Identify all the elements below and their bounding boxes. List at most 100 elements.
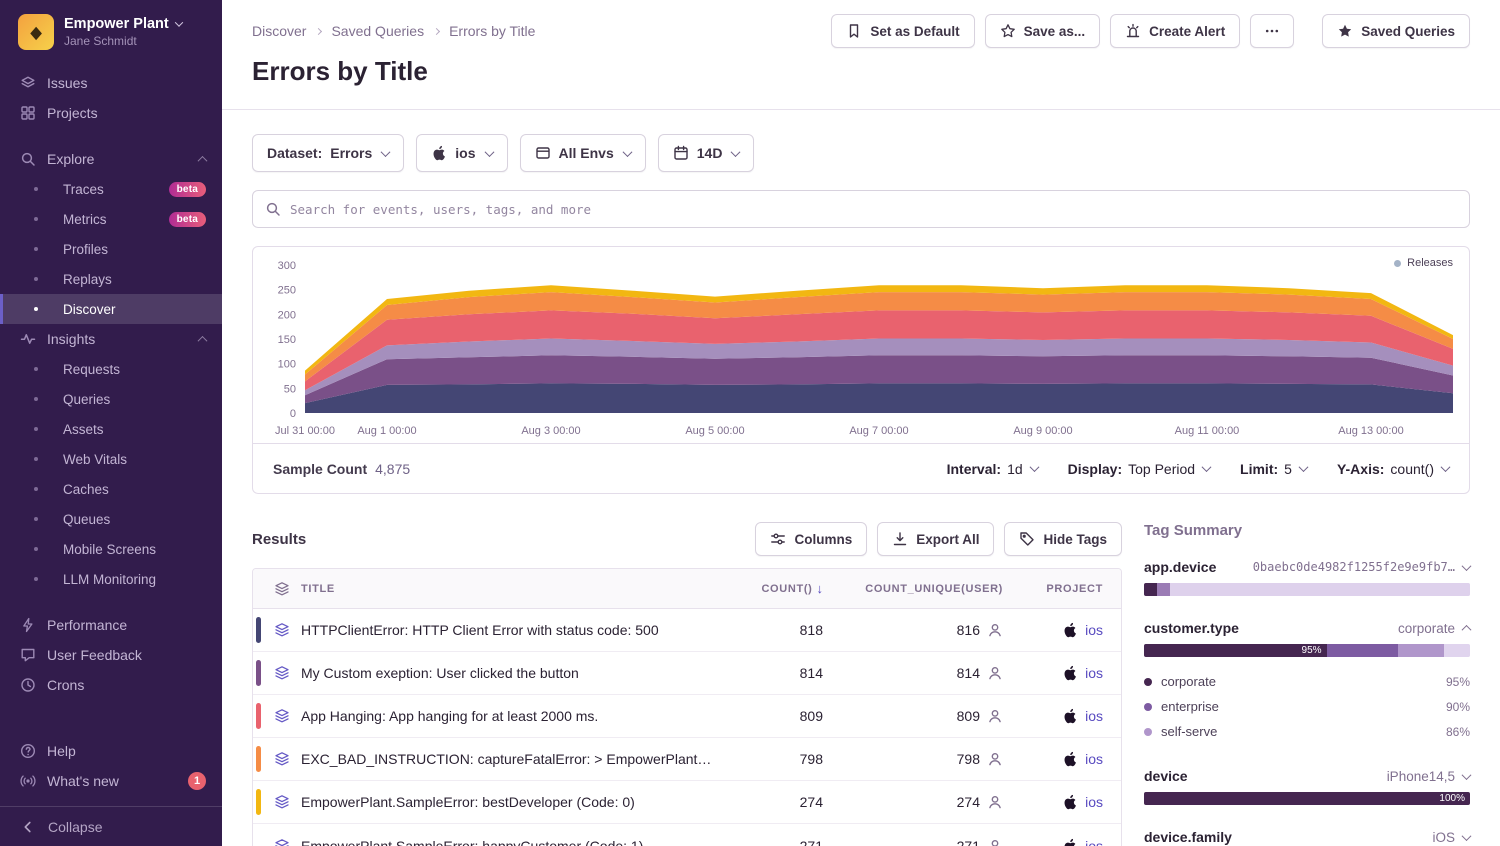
issues-icon <box>20 75 36 91</box>
row-title[interactable]: EmpowerPlant.SampleError: happyCustomer … <box>301 838 723 846</box>
user-name: Jane Schmidt <box>64 34 182 48</box>
col-header-count[interactable]: COUNT()↓ <box>723 581 823 596</box>
sidebar-item-performance[interactable]: Performance <box>0 610 222 640</box>
sidebar-item-profiles[interactable]: Profiles <box>0 234 222 264</box>
sidebar-item-help[interactable]: Help <box>0 736 222 766</box>
svg-text:150: 150 <box>278 334 296 346</box>
sidebar-item-label: Issues <box>47 75 87 91</box>
project-select[interactable]: ios <box>416 134 507 172</box>
chevron-up-icon[interactable] <box>1462 624 1472 634</box>
sidebar-item-crons[interactable]: Crons <box>0 670 222 700</box>
sidebar-item-user-feedback[interactable]: User Feedback <box>0 640 222 670</box>
beta-badge: beta <box>169 182 206 197</box>
row-title[interactable]: HTTPClientError: HTTP Client Error with … <box>301 622 723 638</box>
search-input[interactable] <box>290 202 1457 217</box>
breadcrumb-saved-queries[interactable]: Saved Queries <box>331 23 424 39</box>
display-select[interactable]: Display:Top Period <box>1068 461 1210 477</box>
save-as-button[interactable]: Save as... <box>985 14 1101 48</box>
sidebar-item-web-vitals[interactable]: Web Vitals <box>0 444 222 474</box>
chevron-up-icon <box>198 335 208 345</box>
col-header-title[interactable]: TITLE <box>301 583 723 595</box>
create-alert-button[interactable]: Create Alert <box>1110 14 1240 48</box>
project-link[interactable]: ios <box>1085 838 1103 846</box>
interval-select[interactable]: Interval:1d <box>947 461 1038 477</box>
project-link[interactable]: ios <box>1085 622 1103 638</box>
feedback-icon <box>20 647 36 663</box>
dataset-select[interactable]: Dataset:Errors <box>252 134 404 172</box>
environment-select[interactable]: All Envs <box>520 134 646 172</box>
sidebar-item-label: Metrics <box>63 212 107 227</box>
table-row[interactable]: HTTPClientError: HTTP Client Error with … <box>253 609 1121 652</box>
sidebar-item-traces[interactable]: Traces beta <box>0 174 222 204</box>
sidebar-item-replays[interactable]: Replays <box>0 264 222 294</box>
col-header-project[interactable]: PROJECT <box>1003 583 1121 595</box>
sidebar-item-discover[interactable]: Discover <box>0 294 222 324</box>
sidebar-item-label: LLM Monitoring <box>63 572 156 587</box>
sidebar-item-mobile-screens[interactable]: Mobile Screens <box>0 534 222 564</box>
tag-distribution-bar[interactable]: 100% <box>1144 792 1470 805</box>
set-as-default-button[interactable]: Set as Default <box>831 14 974 48</box>
stack-icon <box>274 622 290 638</box>
value-label: corporate <box>1161 674 1216 689</box>
svg-text:200: 200 <box>278 309 296 321</box>
limit-select[interactable]: Limit:5 <box>1240 461 1307 477</box>
yaxis-select[interactable]: Y-Axis:count() <box>1337 461 1449 477</box>
tag-value-row[interactable]: corporate95% <box>1144 669 1470 694</box>
apple-icon <box>1062 665 1078 681</box>
sidebar-section-explore[interactable]: Explore <box>0 144 222 174</box>
more-options-button[interactable] <box>1250 14 1294 48</box>
tag-summary-title: Tag Summary <box>1144 522 1470 539</box>
project-link[interactable]: ios <box>1085 665 1103 681</box>
saved-queries-button[interactable]: Saved Queries <box>1322 14 1470 48</box>
sidebar-item-assets[interactable]: Assets <box>0 414 222 444</box>
stacked-area-chart[interactable]: 050100150200250300Jul 31 00:00Aug 1 00:0… <box>253 247 1469 443</box>
breadcrumb-discover[interactable]: Discover <box>252 23 306 39</box>
performance-icon <box>20 617 36 633</box>
svg-text:Aug 9 00:00: Aug 9 00:00 <box>1013 425 1072 437</box>
table-row[interactable]: App Hanging: App hanging for at least 20… <box>253 695 1121 738</box>
row-title[interactable]: My Custom exeption: User clicked the but… <box>301 665 723 681</box>
sidebar-item-queries[interactable]: Queries <box>0 384 222 414</box>
row-title[interactable]: EmpowerPlant.SampleError: bestDeveloper … <box>301 794 723 810</box>
sidebar-collapse-button[interactable]: Collapse <box>0 806 222 846</box>
search-bar[interactable] <box>252 190 1470 228</box>
org-switcher[interactable]: ◆ Empower Plant Jane Schmidt <box>0 0 222 60</box>
tag-value-row[interactable]: enterprise90% <box>1144 694 1470 719</box>
chevron-down-icon[interactable] <box>1462 770 1472 780</box>
col-header-count-unique[interactable]: COUNT_UNIQUE(USER) <box>823 583 1003 595</box>
chevron-down-icon[interactable] <box>1462 561 1472 571</box>
project-link[interactable]: ios <box>1085 708 1103 724</box>
sidebar-item-whats-new[interactable]: What's new1 <box>0 766 222 796</box>
sidebar-item-caches[interactable]: Caches <box>0 474 222 504</box>
table-row[interactable]: EmpowerPlant.SampleError: bestDeveloper … <box>253 781 1121 824</box>
sidebar-item-projects[interactable]: Projects <box>0 98 222 128</box>
table-row[interactable]: EmpowerPlant.SampleError: happyCustomer … <box>253 824 1121 846</box>
tag-distribution-bar[interactable] <box>1144 583 1470 596</box>
chart-legend[interactable]: Releases <box>1394 257 1453 269</box>
sidebar-item-requests[interactable]: Requests <box>0 354 222 384</box>
sidebar-item-issues[interactable]: Issues <box>0 68 222 98</box>
row-title[interactable]: EXC_BAD_INSTRUCTION: captureFatalError: … <box>301 751 723 767</box>
sidebar-item-queues[interactable]: Queues <box>0 504 222 534</box>
project-link[interactable]: ios <box>1085 794 1103 810</box>
chevron-down-icon[interactable] <box>1462 831 1472 841</box>
export-all-button[interactable]: Export All <box>877 522 994 556</box>
columns-button[interactable]: Columns <box>755 522 867 556</box>
table-row[interactable]: My Custom exeption: User clicked the but… <box>253 652 1121 695</box>
table-row[interactable]: EXC_BAD_INSTRUCTION: captureFatalError: … <box>253 738 1121 781</box>
date-range-select[interactable]: 14D <box>658 134 755 172</box>
page-title: Errors by Title <box>252 56 1470 87</box>
value-color-dot <box>1144 703 1152 711</box>
sidebar-item-llm-monitoring[interactable]: LLM Monitoring <box>0 564 222 594</box>
sidebar-item-label: Traces <box>63 182 104 197</box>
project-link[interactable]: ios <box>1085 751 1103 767</box>
sidebar-nav: Issues Projects Explore Traces beta Metri… <box>0 60 222 846</box>
row-title[interactable]: App Hanging: App hanging for at least 20… <box>301 708 723 724</box>
sidebar-item-label: Crons <box>47 677 84 693</box>
content-area: Dataset:Errors ios All Envs 14D 05010015… <box>222 110 1500 846</box>
sidebar-section-insights[interactable]: Insights <box>0 324 222 354</box>
tag-distribution-bar[interactable]: 95% <box>1144 644 1470 657</box>
hide-tags-button[interactable]: Hide Tags <box>1004 522 1122 556</box>
sidebar-item-metrics[interactable]: Metricsbeta <box>0 204 222 234</box>
tag-value-row[interactable]: self-serve86% <box>1144 719 1470 744</box>
